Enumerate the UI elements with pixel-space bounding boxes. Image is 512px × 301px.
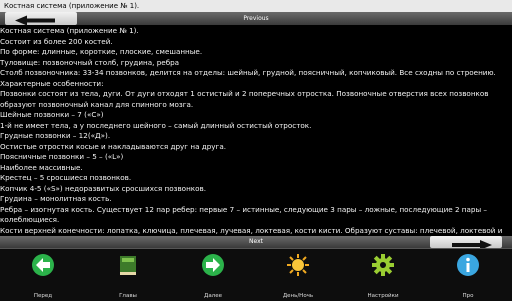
content-line: Состоит из более 200 костей.: [0, 36, 113, 46]
article-content[interactable]: Костная система (приложение № 1). Состоит…: [0, 26, 512, 236]
toolbar-chapters-label: Главы: [119, 293, 137, 299]
content-line: Столб позвоночника: 33-34 позвонков, дел…: [0, 68, 496, 77]
content-line: По форме: длинные, короткие, плоские, см…: [0, 47, 203, 56]
content-line: Костная система (приложение № 1).: [0, 26, 139, 35]
toolbar-daynight-button[interactable]: День/Ночь: [258, 249, 338, 301]
content-line: Грудные позвонки – 12(«Д»).: [0, 131, 111, 140]
content-line: Шейные позвонки – 7 («С»): [0, 110, 104, 119]
content-line: Грудина – монолитная кость.: [0, 194, 112, 203]
previous-label: Previous: [243, 15, 269, 22]
info-icon: [457, 254, 479, 276]
toolbar-daynight-label: День/Ночь: [282, 293, 314, 299]
left-arrow-icon: [32, 254, 54, 276]
content-line: Копчик 4-5 («S») недоразвитых сросшихся …: [0, 183, 207, 193]
toolbar-next-label: Далее: [204, 293, 222, 299]
content-line: Наиболее массивные.: [0, 162, 83, 172]
book-icon: [120, 256, 136, 275]
toolbar-about-button[interactable]: Про: [428, 249, 508, 301]
content-line: 1-й не имеет тела, а у последнего шейног…: [0, 120, 312, 130]
next-arrow-button[interactable]: [430, 236, 502, 250]
content-line: Туловище: позвоночный столб, грудина, ре…: [0, 57, 180, 67]
gear-icon: [372, 254, 394, 276]
previous-bar[interactable]: Previous: [0, 12, 512, 26]
toolbar-prev-button[interactable]: Перед: [3, 249, 83, 301]
content-line: Ребра – изогнутая кость. Существует 12 п…: [0, 204, 488, 225]
sun-icon: [287, 254, 309, 276]
content-line: Позвонки состоят из тела, дуги. От дуги …: [0, 89, 489, 109]
toolbar-prev-label: Перед: [33, 293, 53, 299]
toolbar-settings-label: Настройки: [367, 293, 399, 299]
content-line: Характерные особенности:: [0, 78, 104, 88]
toolbar-chapters-button[interactable]: Главы: [88, 249, 168, 301]
content-line: Остистые отростки косые и накладываются …: [0, 141, 227, 151]
content-line: Поясничные позвонки – 5 – («L»): [0, 152, 124, 161]
content-line: Кости верхней конечности: лопатка, ключи…: [0, 225, 503, 235]
toolbar-about-label: Про: [462, 293, 474, 299]
bottom-toolbar: Перед Главы Далее День/Ночь Настройки Пр…: [0, 248, 512, 301]
right-arrow-icon: [202, 254, 224, 276]
toolbar-settings-button[interactable]: Настройки: [343, 249, 423, 301]
toolbar-next-button[interactable]: Далее: [173, 249, 253, 301]
window-title: Костная система (приложение № 1).: [0, 0, 512, 12]
next-bar[interactable]: Next: [0, 236, 512, 250]
content-line: Крестец – 5 сросшиеся позвонков.: [0, 173, 132, 182]
